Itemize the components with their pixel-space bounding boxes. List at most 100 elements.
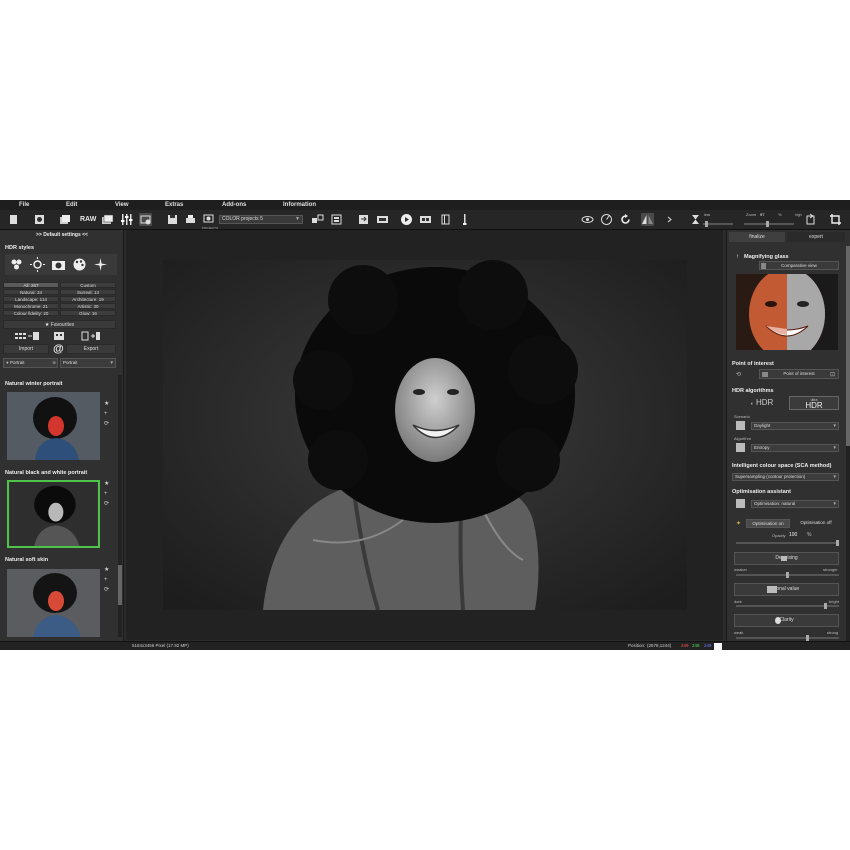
sparkle-icon[interactable]	[93, 257, 108, 272]
sync-icon[interactable]: ⟳	[104, 420, 109, 427]
clarity-button[interactable]: Clarity	[734, 614, 839, 627]
adjust-sliders-icon[interactable]	[120, 213, 133, 226]
preset-thumbnail[interactable]	[7, 392, 100, 460]
favourites-button[interactable]: ★ Favourites	[3, 320, 116, 329]
category-architecture[interactable]: Architecture: 19	[60, 296, 116, 302]
comparative-view-icon[interactable]	[761, 263, 766, 269]
sync-icon[interactable]: ⟳	[104, 586, 109, 593]
fit-icon[interactable]	[804, 213, 817, 226]
scrollbar-thumb[interactable]	[846, 246, 850, 446]
denoising-slider-knob[interactable]	[786, 572, 789, 578]
scenario-select[interactable]: Daylight ▼	[751, 422, 839, 430]
favourite-star-icon[interactable]: ★	[104, 480, 109, 487]
add-style-icon[interactable]	[81, 331, 101, 341]
optimisation-off-button[interactable]: Optimisation off	[793, 519, 839, 528]
sync-icon[interactable]: ⟳	[104, 500, 109, 507]
category-all[interactable]: All: 267	[3, 282, 59, 288]
batch-icon[interactable]	[58, 213, 71, 226]
panel-icon[interactable]	[439, 213, 452, 226]
zoom-slider[interactable]	[744, 221, 794, 227]
preset-list-scrollbar[interactable]	[118, 375, 122, 637]
point-of-interest-button[interactable]: Point of interest	[759, 369, 839, 379]
tab-finalize[interactable]: finalize	[729, 232, 785, 242]
optimisation-select[interactable]: Optimisation: natural ▼	[751, 500, 839, 508]
export-icon[interactable]	[357, 213, 370, 226]
close-icon[interactable]: ⊗	[52, 359, 56, 367]
clarity-slider[interactable]	[736, 635, 839, 641]
crosshair-icon[interactable]: ⊡	[830, 371, 835, 378]
reset-icon[interactable]: ⟲	[736, 371, 741, 378]
compare-icon[interactable]	[311, 213, 324, 226]
menu-edit[interactable]: Edit	[66, 202, 77, 208]
optimisation-on-button[interactable]: Optimisation on	[746, 519, 790, 528]
sun-icon[interactable]	[30, 257, 45, 272]
add-icon[interactable]: +	[104, 491, 108, 497]
projects-icon[interactable]	[202, 213, 215, 226]
tonal-value-slider-knob[interactable]	[824, 603, 827, 609]
open-icon[interactable]	[33, 213, 46, 226]
main-photo[interactable]	[163, 260, 687, 610]
palette-icon[interactable]	[72, 257, 87, 272]
category-artistic[interactable]: Artistic: 30	[60, 303, 116, 309]
film-icon[interactable]	[419, 213, 432, 226]
portrait-filter-2[interactable]: Portrait ▼	[60, 358, 116, 368]
hdr-standard-button[interactable]: ◐ HDR	[736, 396, 788, 410]
supersampling-select[interactable]: Supersampling (contour protection) ▼	[732, 473, 839, 481]
image-canvas[interactable]	[126, 230, 723, 640]
menu-view[interactable]: View	[115, 202, 129, 208]
menu-add-ons[interactable]: Add-ons	[222, 202, 246, 208]
import-button[interactable]: Import	[3, 344, 49, 354]
category-monochrome[interactable]: Monochrome: 21	[3, 303, 59, 309]
settings-panel-scrollbar[interactable]	[846, 246, 850, 646]
category-custom[interactable]: Custom	[60, 282, 116, 288]
opacity-slider-knob[interactable]	[836, 540, 839, 546]
zoom-slider-knob[interactable]	[766, 221, 769, 227]
size-slider-knob[interactable]	[705, 221, 708, 227]
rotate-icon[interactable]	[619, 213, 632, 226]
images-icon[interactable]	[101, 213, 114, 226]
hdr-ultra-button[interactable]: ultra HDR	[789, 396, 839, 410]
new-file-icon[interactable]	[7, 213, 20, 226]
category-colour-fidelity[interactable]: Colour fidelity: 20	[3, 310, 59, 316]
category-landscape[interactable]: Landscape: 114	[3, 296, 59, 302]
export-button[interactable]: Export	[66, 344, 116, 354]
favourite-star-icon[interactable]: ★	[104, 566, 109, 573]
tonal-value-slider[interactable]	[736, 603, 839, 609]
add-icon[interactable]: +	[104, 577, 108, 583]
preset-thumbnail[interactable]	[7, 569, 100, 637]
opacity-value[interactable]: 100	[789, 532, 797, 538]
algorithm-select[interactable]: Entropy ▼	[751, 444, 839, 452]
camera-icon[interactable]	[51, 257, 66, 272]
opacity-slider[interactable]	[736, 540, 839, 546]
scrollbar-thumb[interactable]	[118, 565, 122, 605]
brush-icon[interactable]	[458, 213, 471, 226]
category-natural[interactable]: Natural: 34	[3, 289, 59, 295]
project-select[interactable]: COLOR projects 5 ▼	[219, 215, 303, 224]
at-icon[interactable]: @	[53, 343, 64, 355]
portrait-filter-1[interactable]: ● Portrait ⊗	[3, 358, 58, 368]
color-picker-icon[interactable]	[600, 213, 613, 226]
preset-thumbnail-selected[interactable]	[7, 480, 100, 548]
save-style-icon[interactable]	[14, 331, 40, 341]
people-icon[interactable]	[9, 257, 24, 272]
tonal-value-button[interactable]: Tonal value	[734, 583, 839, 596]
slideshow-icon[interactable]	[376, 213, 389, 226]
play-icon[interactable]	[400, 213, 413, 226]
zoom-value[interactable]: 97	[760, 212, 764, 217]
tab-expert[interactable]: expert	[787, 232, 845, 242]
add-icon[interactable]: +	[104, 411, 108, 417]
category-surreal[interactable]: Surreal: 13	[60, 289, 116, 295]
print-icon[interactable]	[184, 213, 197, 226]
preview-eye-icon[interactable]	[581, 213, 594, 226]
default-settings-header[interactable]: >> Default settings <<	[0, 231, 124, 239]
menu-extras[interactable]: Extras	[165, 202, 183, 208]
raw-button[interactable]: RAW	[80, 216, 96, 223]
layout-icon[interactable]	[330, 213, 343, 226]
styles-icon[interactable]	[139, 213, 152, 226]
mirror-icon[interactable]	[641, 213, 654, 226]
denoising-slider[interactable]	[736, 572, 839, 578]
more-icon[interactable]	[663, 213, 676, 226]
size-slider[interactable]	[703, 221, 733, 227]
menu-file[interactable]: File	[19, 202, 29, 208]
comparative-view-button[interactable]: Comparative view	[759, 261, 839, 270]
